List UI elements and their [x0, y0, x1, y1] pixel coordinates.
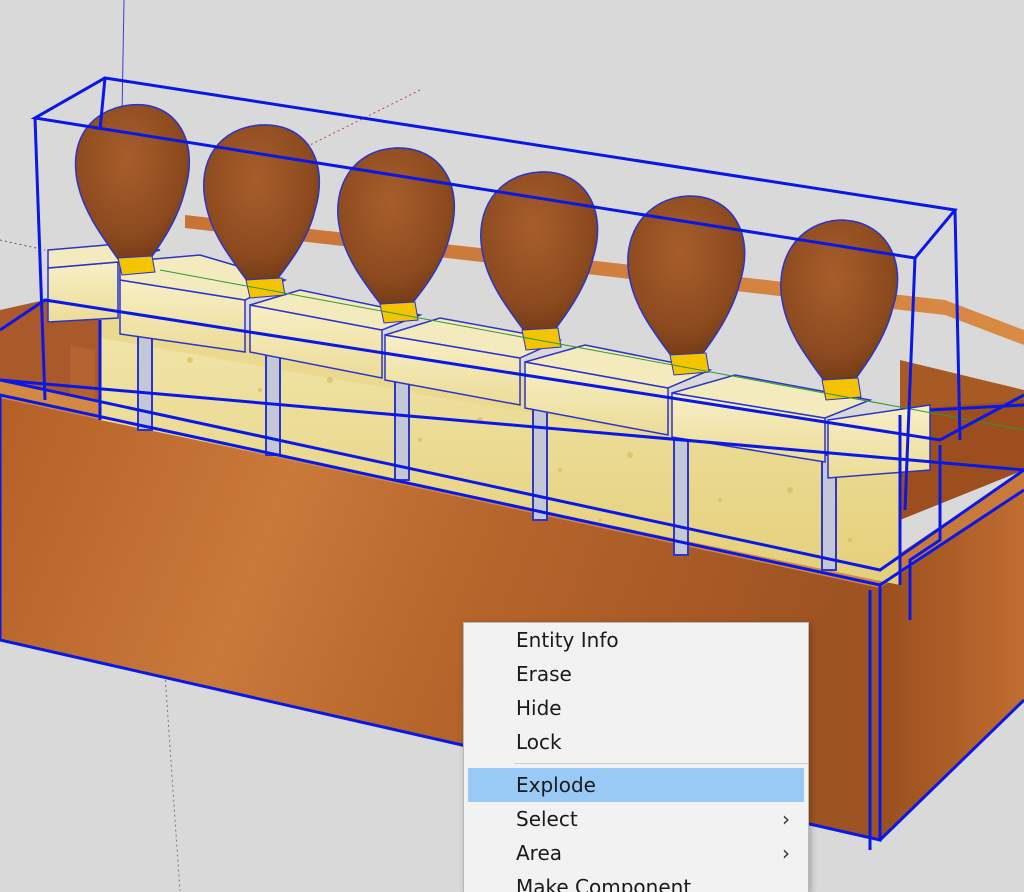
menu-item-explode[interactable]: Explode [468, 768, 804, 802]
menu-item-lock[interactable]: Lock [464, 725, 808, 759]
menu-item-label: Make Component [516, 875, 692, 892]
menu-item-area[interactable]: Area › [464, 836, 808, 870]
menu-item-label: Explode [516, 773, 596, 797]
menu-item-entity-info[interactable]: Entity Info [464, 623, 808, 657]
chevron-right-icon: › [782, 841, 790, 865]
menu-item-erase[interactable]: Erase [464, 657, 808, 691]
menu-item-select[interactable]: Select › [464, 802, 808, 836]
chevron-right-icon: › [782, 807, 790, 831]
menu-item-label: Lock [516, 730, 562, 754]
context-menu[interactable]: Entity Info Erase Hide Lock Explode Sele… [463, 622, 809, 892]
menu-item-make-component[interactable]: Make Component [464, 870, 808, 892]
menu-item-label: Erase [516, 662, 572, 686]
menu-item-label: Area [516, 841, 563, 865]
menu-item-label: Select [516, 807, 578, 831]
menu-item-label: Hide [516, 696, 562, 720]
menu-separator [514, 763, 808, 764]
menu-item-hide[interactable]: Hide [464, 691, 808, 725]
menu-item-label: Entity Info [516, 628, 619, 652]
